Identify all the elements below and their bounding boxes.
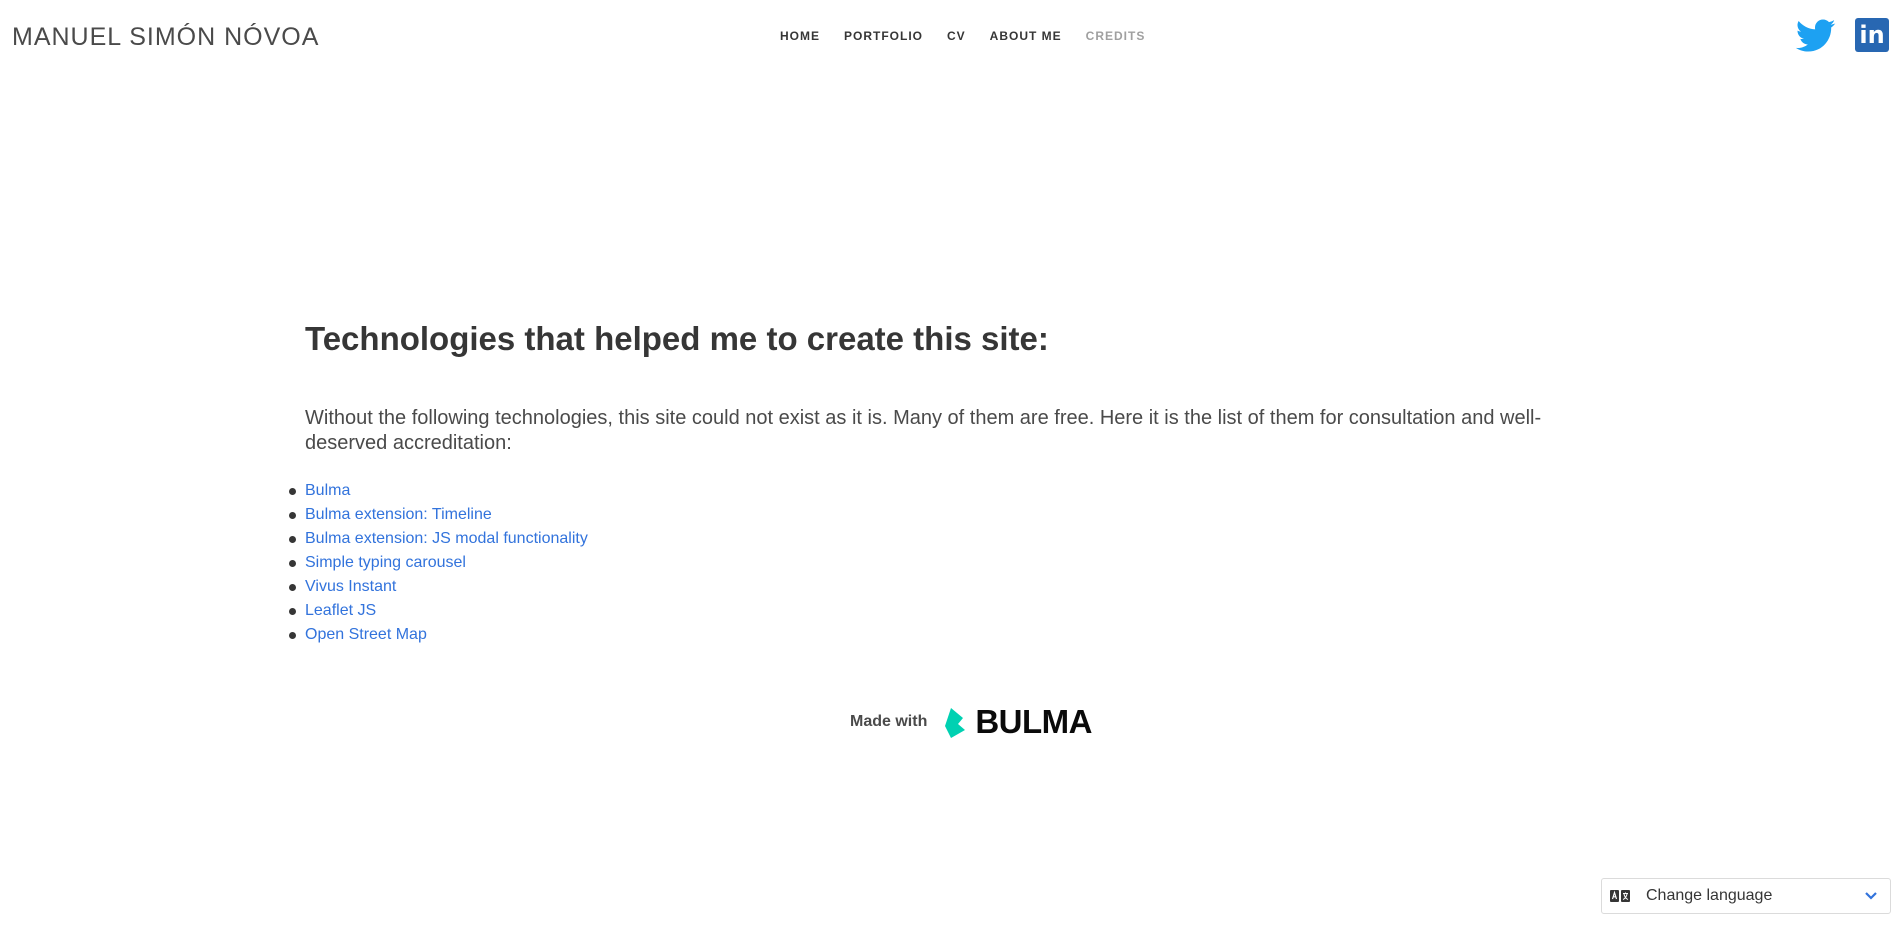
nav-menu: HOME PORTFOLIO CV ABOUT ME CREDITS: [780, 29, 1145, 43]
list-item: Open Street Map: [289, 623, 1605, 647]
nav-item-cv[interactable]: CV: [947, 29, 966, 43]
translate-icon: [1610, 888, 1630, 904]
nav-item-home[interactable]: HOME: [780, 29, 820, 43]
tech-link-vivus[interactable]: Vivus Instant: [305, 578, 396, 595]
credits-content: Technologies that helped me to create th…: [289, 320, 1605, 647]
list-item: Leaflet JS: [289, 599, 1605, 623]
linkedin-link[interactable]: in: [1855, 18, 1889, 52]
nav-item-credits[interactable]: CREDITS: [1086, 29, 1146, 43]
intro-paragraph: Without the following technologies, this…: [305, 407, 1542, 454]
change-language-label: Change language: [1646, 887, 1773, 904]
twitter-link[interactable]: [1796, 18, 1836, 54]
bulma-logo-text: BULMA: [975, 703, 1092, 740]
list-item: Bulma: [289, 479, 1605, 503]
list-item: Vivus Instant: [289, 575, 1605, 599]
twitter-icon: [1796, 19, 1836, 52]
tech-link-bulma-modal[interactable]: Bulma extension: JS modal functionality: [305, 530, 588, 547]
linkedin-icon: in: [1859, 21, 1885, 49]
change-language-dropdown[interactable]: Change language: [1601, 878, 1891, 914]
tech-link-typing-carousel[interactable]: Simple typing carousel: [305, 554, 466, 571]
technologies-list: Bulma Bulma extension: Timeline Bulma ex…: [289, 479, 1605, 647]
tech-link-bulma[interactable]: Bulma: [305, 482, 350, 499]
navbar: MANUEL SIMÓN NÓVOA HOME PORTFOLIO CV ABO…: [0, 0, 1903, 75]
site-brand[interactable]: MANUEL SIMÓN NÓVOA: [12, 23, 319, 52]
nav-item-about-me[interactable]: ABOUT ME: [990, 29, 1062, 43]
nav-item-portfolio[interactable]: PORTFOLIO: [844, 29, 923, 43]
tech-link-bulma-timeline[interactable]: Bulma extension: Timeline: [305, 506, 492, 523]
made-with-label: Made with: [850, 713, 928, 730]
made-with-bulma-badge[interactable]: Made with BULMA: [850, 703, 1092, 741]
page-title: Technologies that helped me to create th…: [305, 320, 1049, 357]
chevron-down-icon: [1865, 892, 1877, 900]
list-item: Simple typing carousel: [289, 551, 1605, 575]
tech-link-openstreetmap[interactable]: Open Street Map: [305, 626, 427, 643]
tech-link-leaflet[interactable]: Leaflet JS: [305, 602, 376, 619]
page: MANUEL SIMÓN NÓVOA HOME PORTFOLIO CV ABO…: [0, 0, 1903, 944]
list-item: Bulma extension: Timeline: [289, 503, 1605, 527]
bulma-logo-icon: [945, 708, 966, 738]
list-item: Bulma extension: JS modal functionality: [289, 527, 1605, 551]
